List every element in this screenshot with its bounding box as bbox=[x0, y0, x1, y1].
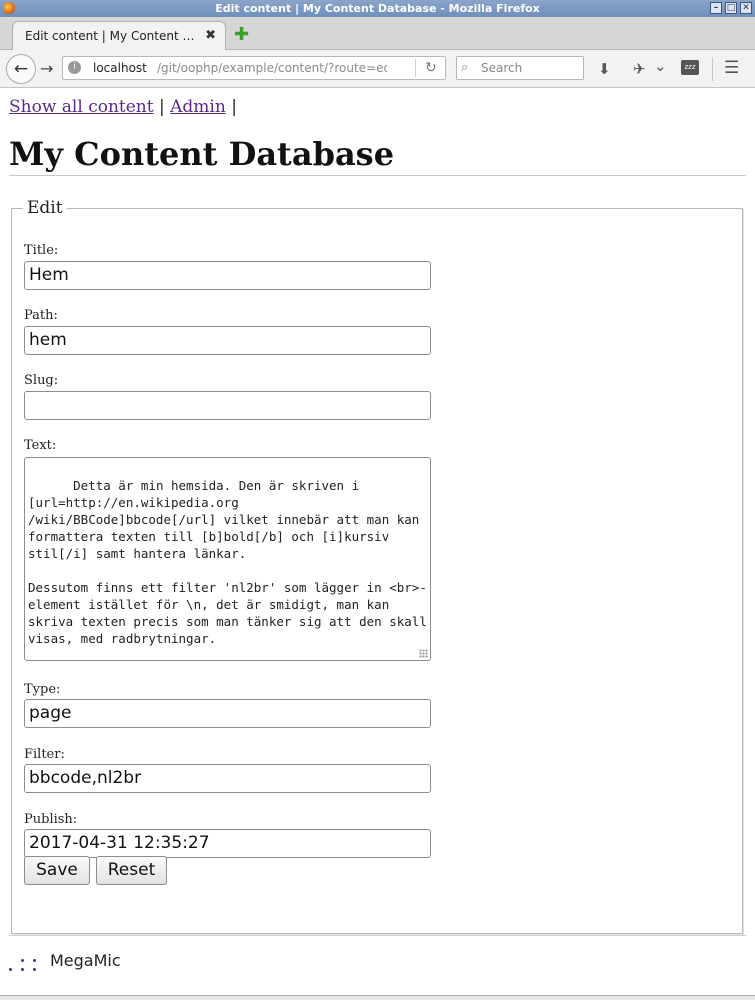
url-host: localhost bbox=[93, 61, 147, 75]
search-input[interactable]: ⌕ Search bbox=[456, 56, 584, 80]
nav-separator: | bbox=[158, 97, 165, 117]
site-identity-icon[interactable]: i bbox=[68, 61, 81, 74]
tab-strip: Edit content | My Content Da... ✖ ✚ bbox=[0, 17, 755, 51]
url-path: /git/oophp/example/content/?route=edit&i… bbox=[157, 61, 387, 75]
url-bar[interactable]: i localhost /git/oophp/example/content/?… bbox=[62, 56, 446, 80]
publish-input[interactable]: 2017-04-31 12:35:27 bbox=[24, 829, 431, 858]
filter-label: Filter: bbox=[24, 747, 65, 762]
tab-edit-content[interactable]: Edit content | My Content Da... ✖ bbox=[12, 21, 226, 51]
sleep-tab-icon[interactable]: zzz bbox=[681, 60, 699, 75]
window-bottom-edge bbox=[0, 995, 755, 1000]
filter-input[interactable]: bbcode,nl2br bbox=[24, 764, 431, 793]
forward-button[interactable]: → bbox=[40, 59, 53, 78]
close-tab-icon[interactable]: ✖ bbox=[205, 28, 216, 43]
search-placeholder: Search bbox=[481, 61, 523, 75]
close-window-button[interactable]: ✕ bbox=[740, 2, 752, 14]
type-label: Type: bbox=[24, 682, 61, 697]
back-arrow-icon: ← bbox=[13, 59, 29, 79]
addon-dropdown-icon[interactable]: ⌄ bbox=[654, 57, 667, 75]
minimize-button[interactable]: – bbox=[710, 2, 722, 14]
site-navigation: Show all content | Admin | bbox=[9, 97, 237, 117]
window-title: Edit content | My Content Database - Moz… bbox=[215, 2, 540, 15]
title-input[interactable]: Hem bbox=[24, 261, 431, 290]
nav-separator: | bbox=[231, 97, 237, 117]
megamic-logo-icon bbox=[9, 959, 41, 971]
firefox-icon bbox=[3, 2, 15, 14]
text-textarea[interactable]: Detta är min hemsida. Den är skriven i [… bbox=[24, 457, 431, 661]
toolbar-separator bbox=[712, 57, 713, 81]
slug-label: Slug: bbox=[24, 373, 59, 388]
show-all-content-link[interactable]: Show all content bbox=[9, 97, 154, 117]
navigation-toolbar: ← → i localhost /git/oophp/example/conte… bbox=[0, 50, 755, 88]
addon-icon[interactable]: ✈ bbox=[633, 60, 646, 78]
title-divider bbox=[9, 175, 746, 176]
path-input[interactable]: hem bbox=[24, 326, 431, 355]
text-content: Detta är min hemsida. Den är skriven i [… bbox=[28, 478, 427, 646]
url-separator bbox=[415, 59, 416, 77]
admin-link[interactable]: Admin bbox=[170, 97, 226, 117]
page-content: Show all content | Admin | My Content Da… bbox=[0, 89, 755, 995]
path-label: Path: bbox=[24, 308, 58, 323]
edit-fieldset: Edit Title: Hem Path: hem Slug: Text: De… bbox=[11, 198, 743, 934]
search-icon: ⌕ bbox=[461, 60, 469, 75]
reload-icon[interactable]: ↻ bbox=[425, 57, 437, 79]
title-label: Title: bbox=[24, 243, 59, 258]
hamburger-menu-icon[interactable]: ☰ bbox=[724, 58, 739, 78]
footer-divider bbox=[9, 935, 746, 936]
publish-label: Publish: bbox=[24, 812, 78, 827]
fieldset-legend: Edit bbox=[23, 198, 67, 218]
window-titlebar: Edit content | My Content Database - Moz… bbox=[0, 0, 755, 17]
back-button[interactable]: ← bbox=[6, 54, 36, 84]
slug-input[interactable] bbox=[24, 391, 431, 420]
download-icon[interactable]: ⬇ bbox=[598, 60, 611, 78]
save-button[interactable]: Save bbox=[24, 856, 90, 885]
resize-grip-icon[interactable] bbox=[419, 649, 428, 658]
reset-button[interactable]: Reset bbox=[96, 856, 167, 885]
new-tab-icon[interactable]: ✚ bbox=[234, 24, 249, 45]
footer-text: MegaMic bbox=[50, 951, 121, 970]
text-label: Text: bbox=[24, 438, 57, 453]
maximize-button[interactable]: □ bbox=[725, 2, 737, 14]
window-controls: – □ ✕ bbox=[710, 2, 752, 14]
type-input[interactable]: page bbox=[24, 699, 431, 728]
page-title: My Content Database bbox=[9, 135, 395, 173]
tab-title: Edit content | My Content Da... bbox=[25, 29, 197, 43]
